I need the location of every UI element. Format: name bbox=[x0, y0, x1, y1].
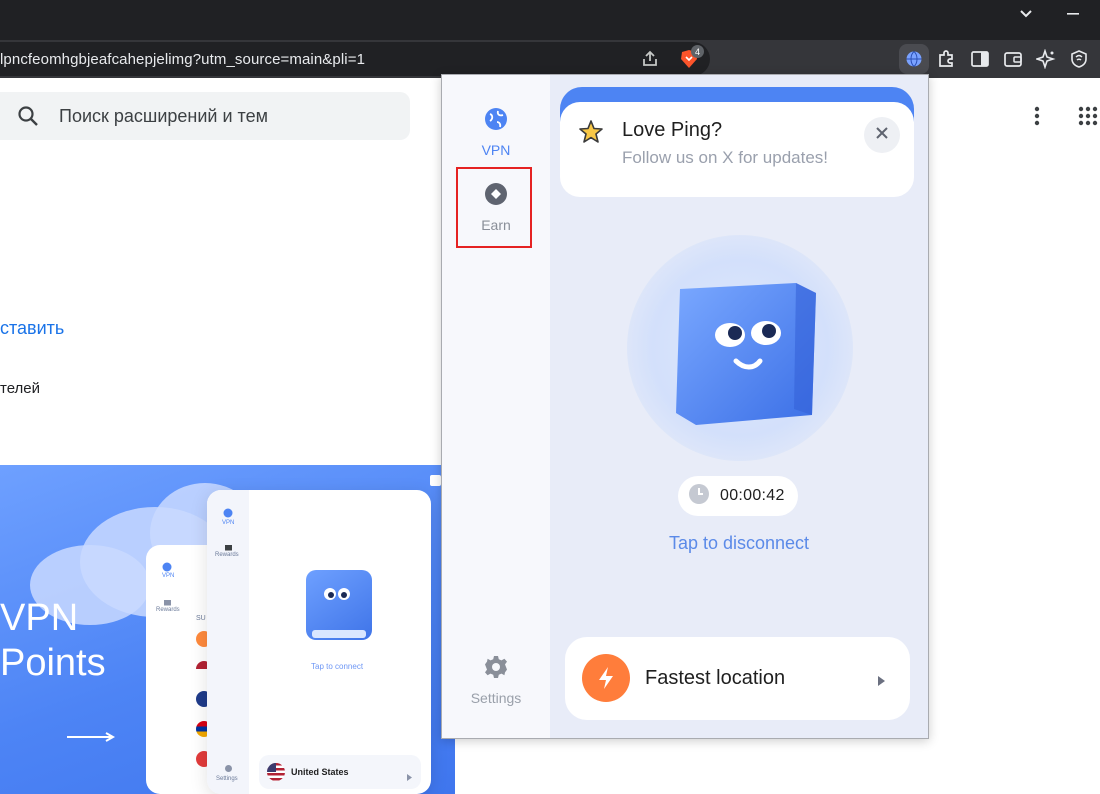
banner-corner-marker bbox=[430, 475, 441, 486]
search-placeholder: Поиск расширений и тем bbox=[59, 106, 268, 126]
timer-value: 00:00:42 bbox=[720, 487, 785, 504]
notification-title: Love Ping? bbox=[622, 119, 723, 141]
more-options-icon[interactable] bbox=[1030, 106, 1044, 133]
url-text: lpncfeomhgbjeafcahepjelimg?utm_source=ma… bbox=[0, 51, 366, 68]
notification-accent: Love Ping? Follow us on X for updates! bbox=[560, 87, 914, 197]
users-count-text: телей bbox=[0, 380, 41, 397]
mock-location-card: United States bbox=[259, 755, 421, 789]
session-timer: 00:00:42 bbox=[678, 476, 798, 516]
popup-main: Love Ping? Follow us on X for updates! 0… bbox=[550, 75, 928, 738]
earn-highlight-box bbox=[456, 167, 532, 248]
mock-arrow-icon bbox=[407, 768, 412, 786]
mock-section-label: SU bbox=[196, 615, 206, 622]
arrow-right-icon bbox=[67, 732, 116, 742]
shield-count-badge: 4 bbox=[691, 45, 704, 58]
tab-search-chevron-icon[interactable] bbox=[1003, 0, 1049, 28]
tap-to-disconnect-button[interactable]: Tap to disconnect bbox=[550, 533, 928, 554]
star-icon bbox=[578, 119, 604, 150]
install-link[interactable]: ставить bbox=[0, 318, 64, 339]
mock-rewards-label: Rewards bbox=[156, 607, 180, 613]
sidebar-toggle-icon[interactable] bbox=[968, 47, 992, 71]
mock-settings-label: Settings bbox=[216, 776, 238, 782]
minimize-icon[interactable] bbox=[1050, 0, 1096, 28]
search-icon bbox=[17, 105, 39, 132]
mock-popup-front: VPN Rewards Settings Tap to connect Unit… bbox=[207, 490, 431, 794]
ping-mascot-cube[interactable] bbox=[668, 279, 818, 434]
store-search-bar[interactable]: Поиск расширений и тем bbox=[0, 92, 410, 140]
gear-icon bbox=[484, 655, 508, 684]
mock-rewards-label: Rewards bbox=[215, 552, 239, 558]
lightning-icon bbox=[582, 654, 630, 702]
mock-sidebar: VPN Rewards Settings bbox=[207, 490, 249, 794]
notification-subtitle: Follow us on X for updates! bbox=[622, 148, 829, 167]
banner-title-line2: Points bbox=[0, 642, 106, 684]
ping-vpn-extension-icon[interactable] bbox=[902, 47, 926, 71]
mock-vpn-label: VPN bbox=[162, 573, 175, 579]
location-label: Fastest location bbox=[645, 667, 786, 689]
us-flag-icon bbox=[267, 763, 285, 781]
browser-titlebar bbox=[0, 0, 1100, 40]
mock-tap-to-connect: Tap to connect bbox=[311, 662, 364, 671]
ping-vpn-popup: VPN Earn Settings Love Ping? Follow us o… bbox=[441, 74, 929, 739]
banner-title-line1: VPN bbox=[0, 597, 79, 639]
leo-ai-sparkle-icon[interactable] bbox=[1034, 47, 1058, 71]
close-notification-button[interactable] bbox=[864, 117, 900, 153]
location-selector[interactable]: Fastest location bbox=[565, 637, 910, 720]
wallet-icon[interactable] bbox=[1001, 47, 1025, 71]
address-bar[interactable]: lpncfeomhgbjeafcahepjelimg?utm_source=ma… bbox=[0, 42, 710, 76]
nav-settings[interactable]: Settings bbox=[442, 655, 550, 706]
notification-card[interactable]: Love Ping? Follow us on X for updates! bbox=[560, 102, 914, 197]
close-icon bbox=[875, 126, 889, 145]
mock-location-text: United States bbox=[291, 767, 349, 777]
google-apps-icon[interactable] bbox=[1078, 106, 1098, 131]
globe-icon bbox=[484, 107, 508, 136]
extensions-puzzle-icon[interactable] bbox=[934, 47, 958, 71]
nav-vpn[interactable]: VPN bbox=[442, 107, 550, 158]
mock-vpn-label: VPN bbox=[222, 520, 235, 526]
popup-sidebar: VPN Earn Settings bbox=[442, 75, 550, 738]
vpn-shield-icon[interactable] bbox=[1067, 47, 1091, 71]
share-icon[interactable] bbox=[638, 47, 662, 71]
mock-mascot-cube bbox=[306, 570, 372, 640]
nav-settings-label: Settings bbox=[470, 690, 522, 706]
nav-vpn-label: VPN bbox=[481, 142, 511, 158]
browser-toolbar: lpncfeomhgbjeafcahepjelimg?utm_source=ma… bbox=[0, 40, 1100, 78]
clock-icon bbox=[688, 483, 710, 510]
chevron-right-icon bbox=[877, 673, 885, 691]
